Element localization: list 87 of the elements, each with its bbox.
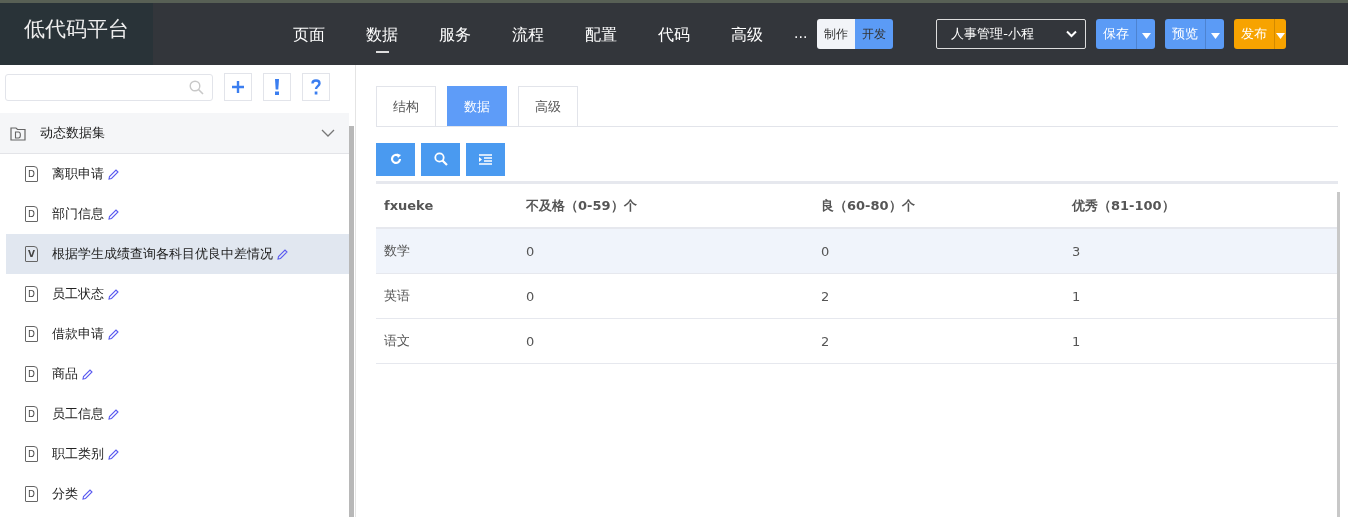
table-cell-text: 2	[821, 288, 831, 304]
nav-item[interactable]: ...	[794, 13, 808, 55]
logo: 低代码平台	[0, 3, 153, 65]
list-icon	[479, 153, 492, 165]
sidebar-item[interactable]: D 借款申请	[6, 314, 349, 354]
table-cell-text: 3	[1072, 243, 1082, 259]
file-type-badge: D	[25, 206, 38, 222]
table-cell-text: 0	[526, 288, 536, 304]
sidebar-item[interactable]: D 分类	[6, 474, 349, 514]
file-type-badge: D	[25, 446, 38, 462]
plus-icon	[231, 80, 245, 94]
mode-toggle-button[interactable]: 制作	[817, 19, 856, 49]
dropdown-button[interactable]	[1274, 19, 1287, 49]
sidebar-item[interactable]: D 员工状态	[6, 274, 349, 314]
table-row[interactable]: 英语 0 2 1	[376, 274, 1338, 319]
refresh-icon	[389, 153, 402, 165]
sidebar-item[interactable]: D 职工类别	[6, 434, 349, 474]
app-select[interactable]: 人事管理-小程	[936, 19, 1087, 49]
table-cell-text: 1	[1072, 333, 1082, 349]
nav-item[interactable]: 服务	[439, 13, 471, 55]
dropdown-button[interactable]	[1136, 19, 1156, 49]
dropdown-button[interactable]	[1205, 19, 1225, 49]
file-type-badge: D	[25, 486, 38, 502]
table-row[interactable]: 数学 0 0 3	[376, 229, 1338, 274]
list-button[interactable]	[466, 142, 505, 176]
sidebar-item[interactable]: D 商品	[6, 354, 349, 394]
table-cell-text: 0	[526, 243, 536, 259]
refresh-button[interactable]	[376, 142, 415, 176]
nav-item[interactable]: 数据	[366, 13, 398, 55]
column-header: 不及格（0-59）个	[526, 196, 638, 215]
pencil-icon[interactable]	[82, 368, 93, 380]
scrollbar[interactable]	[349, 126, 354, 517]
chevron-down-icon	[321, 129, 335, 137]
file-type-badge: D	[25, 166, 38, 182]
help-button[interactable]	[302, 73, 330, 101]
search-icon	[189, 79, 204, 95]
sidebar-item[interactable]: D 部门信息	[6, 194, 349, 234]
table-row[interactable]: 语文 0 2 1	[376, 319, 1338, 364]
scrollbar[interactable]	[1337, 192, 1340, 517]
table-cell-text: 数学	[384, 242, 411, 260]
alert-button[interactable]	[263, 73, 291, 101]
nav-item[interactable]: 代码	[658, 13, 690, 55]
table-cell-text: 语文	[384, 332, 411, 350]
caret-down-icon	[1276, 32, 1286, 39]
file-type-badge: D	[25, 406, 38, 422]
nav-item[interactable]: 流程	[512, 13, 544, 55]
table-cell-text: 1	[1072, 288, 1082, 304]
search-icon	[433, 152, 448, 166]
group-label: 动态数据集	[40, 124, 106, 142]
column-header: 良（60-80）个	[821, 196, 916, 215]
nav-item[interactable]: 配置	[585, 13, 617, 55]
sidebar-item[interactable]: D 离职申请	[6, 154, 349, 194]
pencil-icon[interactable]	[82, 488, 93, 500]
file-type-badge: D	[25, 366, 38, 382]
exclamation-icon	[274, 79, 280, 95]
search-field[interactable]	[5, 73, 213, 101]
sidebar-item[interactable]: V 根据学生成绩查询各科目优良中差情况	[6, 234, 349, 274]
nav-item[interactable]: 高级	[731, 13, 763, 55]
table-cell-text: 2	[821, 333, 831, 349]
pencil-icon[interactable]	[108, 208, 119, 220]
chevron-down-icon	[1066, 30, 1078, 38]
caret-down-icon	[1210, 32, 1220, 39]
mode-toggle-button[interactable]: 开发	[855, 19, 894, 49]
add-button[interactable]	[224, 73, 252, 101]
column-header: 优秀（81-100）	[1072, 196, 1176, 215]
table-cell-text: 0	[821, 243, 831, 259]
pencil-icon[interactable]	[108, 448, 119, 460]
file-type-badge: D	[25, 286, 38, 302]
folder-icon	[10, 125, 26, 141]
pencil-icon[interactable]	[108, 328, 119, 340]
search-button[interactable]	[421, 142, 460, 176]
table-cell-text: 0	[526, 333, 536, 349]
group-header[interactable]: 动态数据集	[0, 113, 349, 154]
pencil-icon[interactable]	[108, 168, 119, 180]
file-type-badge: D	[25, 326, 38, 342]
nav-item[interactable]: 页面	[293, 13, 325, 55]
pencil-icon[interactable]	[277, 248, 288, 260]
tab[interactable]: 结构	[376, 86, 436, 126]
pencil-icon[interactable]	[108, 408, 119, 420]
column-header: fxueke	[384, 198, 435, 213]
table-cell-text: 英语	[384, 287, 411, 305]
file-type-badge: V	[25, 246, 38, 262]
tab[interactable]: 高级	[518, 86, 578, 126]
question-icon	[311, 79, 321, 95]
pencil-icon[interactable]	[108, 288, 119, 300]
caret-down-icon	[1141, 32, 1151, 39]
sidebar-item[interactable]: D 员工信息	[6, 394, 349, 434]
